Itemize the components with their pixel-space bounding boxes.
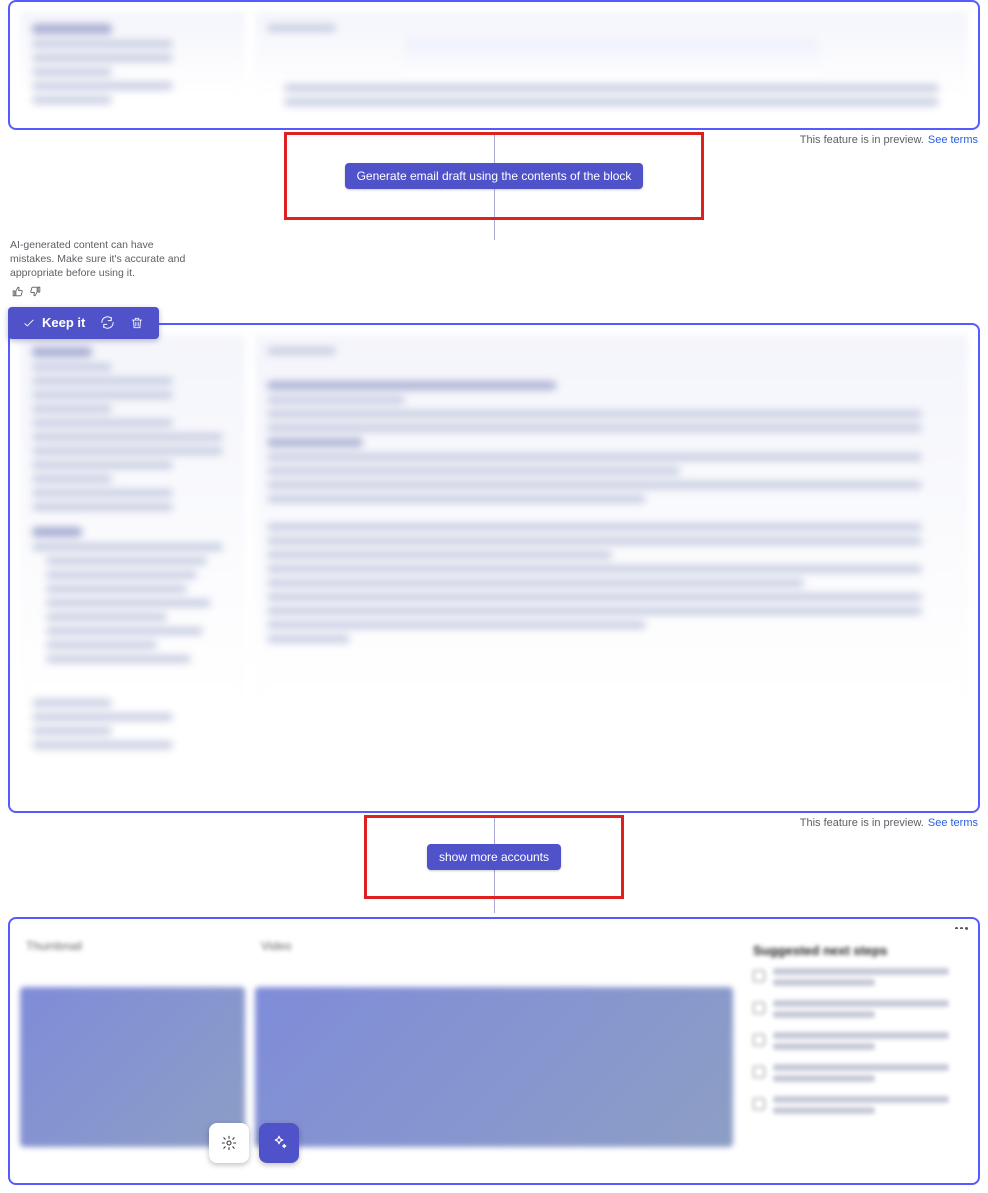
video-column: Video xyxy=(255,929,733,1173)
refresh-icon xyxy=(100,315,115,330)
checkbox-icon xyxy=(753,1098,765,1110)
content-block-2 xyxy=(8,323,980,813)
suggested-next-steps-panel: Suggested next steps xyxy=(743,929,968,1173)
video-placeholder xyxy=(255,987,733,1147)
suggested-item[interactable] xyxy=(753,1032,958,1050)
suggested-item[interactable] xyxy=(753,1096,958,1114)
video-column-header: Video xyxy=(255,929,733,953)
thumbs-down-icon[interactable] xyxy=(28,285,42,299)
blur-panel-right-2 xyxy=(255,335,968,801)
ai-disclaimer: AI-generated content can have mistakes. … xyxy=(10,238,200,299)
blur-panel-right xyxy=(255,12,968,118)
check-icon xyxy=(22,316,36,330)
thumbs-up-icon[interactable] xyxy=(10,285,24,299)
floating-action-blue[interactable] xyxy=(259,1123,299,1163)
content-block-1 xyxy=(8,0,980,130)
keep-it-toolbar: Keep it xyxy=(8,307,159,339)
checkbox-icon xyxy=(753,1002,765,1014)
checkbox-icon xyxy=(753,1034,765,1046)
blur-panel-left-2 xyxy=(20,335,245,801)
thumbnail-column-header: Thumbnail xyxy=(20,929,245,953)
highlight-box-generate-email: Generate email draft using the contents … xyxy=(284,132,705,220)
sparkle-icon xyxy=(270,1134,288,1152)
refresh-button[interactable] xyxy=(99,315,115,331)
checkbox-icon xyxy=(753,970,765,982)
suggested-item[interactable] xyxy=(753,1064,958,1082)
suggested-item[interactable] xyxy=(753,968,958,986)
show-more-accounts-prompt-button[interactable]: show more accounts xyxy=(427,844,561,870)
suggested-title: Suggested next steps xyxy=(753,943,958,958)
checkbox-icon xyxy=(753,1066,765,1078)
floating-action-pair xyxy=(209,1123,299,1163)
blur-panel-left xyxy=(20,12,245,118)
floating-action-white[interactable] xyxy=(209,1123,249,1163)
content-block-3: Thumbnail Video Suggested next steps xyxy=(8,917,980,1185)
ai-disclaimer-text: AI-generated content can have mistakes. … xyxy=(10,238,200,281)
suggested-item[interactable] xyxy=(753,1000,958,1018)
generate-email-prompt-button[interactable]: Generate email draft using the contents … xyxy=(345,163,644,189)
highlight-box-show-more: show more accounts xyxy=(364,815,624,899)
delete-button[interactable] xyxy=(129,315,145,331)
keep-it-button[interactable]: Keep it xyxy=(22,315,85,330)
keep-it-label: Keep it xyxy=(42,315,85,330)
gear-icon xyxy=(221,1135,237,1151)
trash-icon xyxy=(130,316,144,330)
